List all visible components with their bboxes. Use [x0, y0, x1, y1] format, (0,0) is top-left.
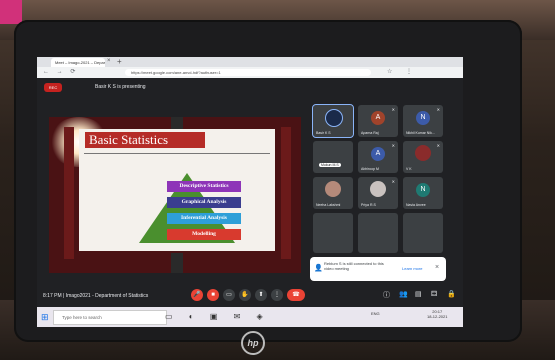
presenting-label: Basir K S is presenting: [95, 84, 146, 90]
hp-logo: hp: [241, 331, 265, 355]
pyramid-level: Modelling: [167, 229, 241, 240]
slide-title: Basic Statistics: [85, 132, 205, 148]
avatar: [415, 145, 431, 161]
mic-off-icon: ✕: [391, 179, 395, 184]
participant-tile[interactable]: N Navia Anvee: [403, 177, 443, 209]
participant-tile[interactable]: Basir K S: [312, 104, 354, 138]
participant-tile[interactable]: [403, 213, 443, 253]
mic-off-icon: ✕: [391, 107, 395, 112]
slide: Basic Statistics Descriptive Statistics …: [79, 129, 275, 251]
mic-toggle-button[interactable]: 🎤: [191, 289, 203, 301]
corner-marker: [0, 0, 22, 24]
taskbar-search-input[interactable]: Type here to search: [53, 310, 167, 325]
pyramid-level: Graphical Analysis: [167, 197, 241, 208]
present-button[interactable]: ⬆: [255, 289, 267, 301]
person-icon: 👤: [314, 265, 323, 272]
new-tab-icon[interactable]: +: [117, 57, 122, 67]
more-options-button[interactable]: ⋮: [271, 289, 283, 301]
host-controls-icon[interactable]: 🔒: [447, 290, 456, 298]
mic-off-icon: ✕: [436, 143, 440, 148]
notification-toast: 👤 Reblum S is still connected to this vi…: [310, 257, 446, 281]
laptop-screen: Meet – Imago-2021 – Department of Statis…: [37, 57, 463, 327]
participant-tile[interactable]: A ✕ Aparna Raj: [358, 105, 398, 137]
learn-more-link[interactable]: Learn more: [402, 266, 422, 271]
windows-start-icon[interactable]: ⊞: [41, 312, 49, 323]
hang-up-button[interactable]: ☎: [287, 289, 305, 301]
participant-name: Abhiroop M: [361, 167, 379, 171]
participant-name: Priya R.S: [361, 203, 376, 207]
participant-tile[interactable]: ✕ Priya R.S: [358, 177, 398, 209]
stage-bar-top: [171, 117, 183, 129]
chat-icon[interactable]: ▤: [415, 290, 422, 298]
participant-tile[interactable]: [313, 213, 353, 253]
pyramid-level: Inferential Analysis: [167, 213, 241, 224]
raise-hand-button[interactable]: ✋: [239, 289, 251, 301]
browser-tab[interactable]: Meet – Imago-2021 – Department of Statis…: [51, 58, 105, 67]
avatar: N: [416, 183, 430, 197]
stage-bar-bottom: [171, 253, 183, 273]
stage-pillar-left: [64, 127, 74, 259]
participant-tag: Mukun M.S: [319, 163, 341, 167]
slide-divider: [84, 153, 270, 154]
stage-pillar-right: [281, 127, 291, 259]
recording-badge: REC: [44, 83, 62, 92]
participant-tile[interactable]: Neeha Lakshmi: [313, 177, 353, 209]
participant-tile[interactable]: ✕ V K: [403, 141, 443, 173]
avatar: [370, 181, 386, 197]
mic-off-icon: ✕: [436, 107, 440, 112]
activities-icon[interactable]: ⚃: [431, 290, 437, 298]
meeting-info: 8:17 PM | Imago2021 - Department of Stat…: [43, 293, 149, 299]
participant-name: Nikhil Kumar Nik...: [406, 131, 435, 135]
clock-date: 18-12-2021: [427, 314, 448, 319]
participant-name: Neeha Lakshmi: [316, 203, 341, 207]
participant-name: Basir K S: [316, 131, 331, 135]
notification-text: Reblum S is still connected to this vide…: [324, 261, 384, 271]
tab-close-icon[interactable]: ×: [107, 58, 111, 64]
avatar: A: [371, 111, 385, 125]
avatar: A: [371, 147, 385, 161]
avatar: [325, 109, 343, 127]
camera-toggle-button[interactable]: ■: [207, 289, 219, 301]
avatar: [325, 181, 341, 197]
taskbar-clock[interactable]: 20:17 18-12-2021: [427, 309, 447, 319]
captions-button[interactable]: ▭: [223, 289, 235, 301]
participant-tile[interactable]: N ✕ Nikhil Kumar Nik...: [403, 105, 443, 137]
people-icon[interactable]: 👥: [399, 290, 408, 298]
participant-name: V K: [406, 167, 412, 171]
address-bar[interactable]: https://meet.google.com/ane-anvd-hdf?aut…: [125, 69, 371, 76]
pinned-app-icons[interactable]: ▭ ◐ ▣ ✉ ◈: [165, 309, 270, 324]
participant-tile[interactable]: Mukun M.S: [313, 141, 353, 173]
mic-off-icon: ✕: [391, 143, 395, 148]
system-tray[interactable]: ENG: [371, 311, 380, 316]
participant-tile[interactable]: A ✕ Abhiroop M: [358, 141, 398, 173]
presentation-stage: Basic Statistics Descriptive Statistics …: [49, 117, 301, 273]
participant-name: Aparna Raj: [361, 131, 379, 135]
info-icon[interactable]: ⓘ: [383, 290, 390, 300]
pyramid-level: Descriptive Statistics: [167, 181, 241, 192]
participant-name: Navia Anvee: [406, 203, 426, 207]
participant-tile[interactable]: [358, 213, 398, 253]
browser-nav-icons[interactable]: ← → ⟳: [43, 67, 78, 78]
avatar: N: [416, 111, 430, 125]
close-icon[interactable]: ×: [435, 264, 439, 271]
extension-icons[interactable]: ☆ ⋮: [387, 67, 418, 78]
